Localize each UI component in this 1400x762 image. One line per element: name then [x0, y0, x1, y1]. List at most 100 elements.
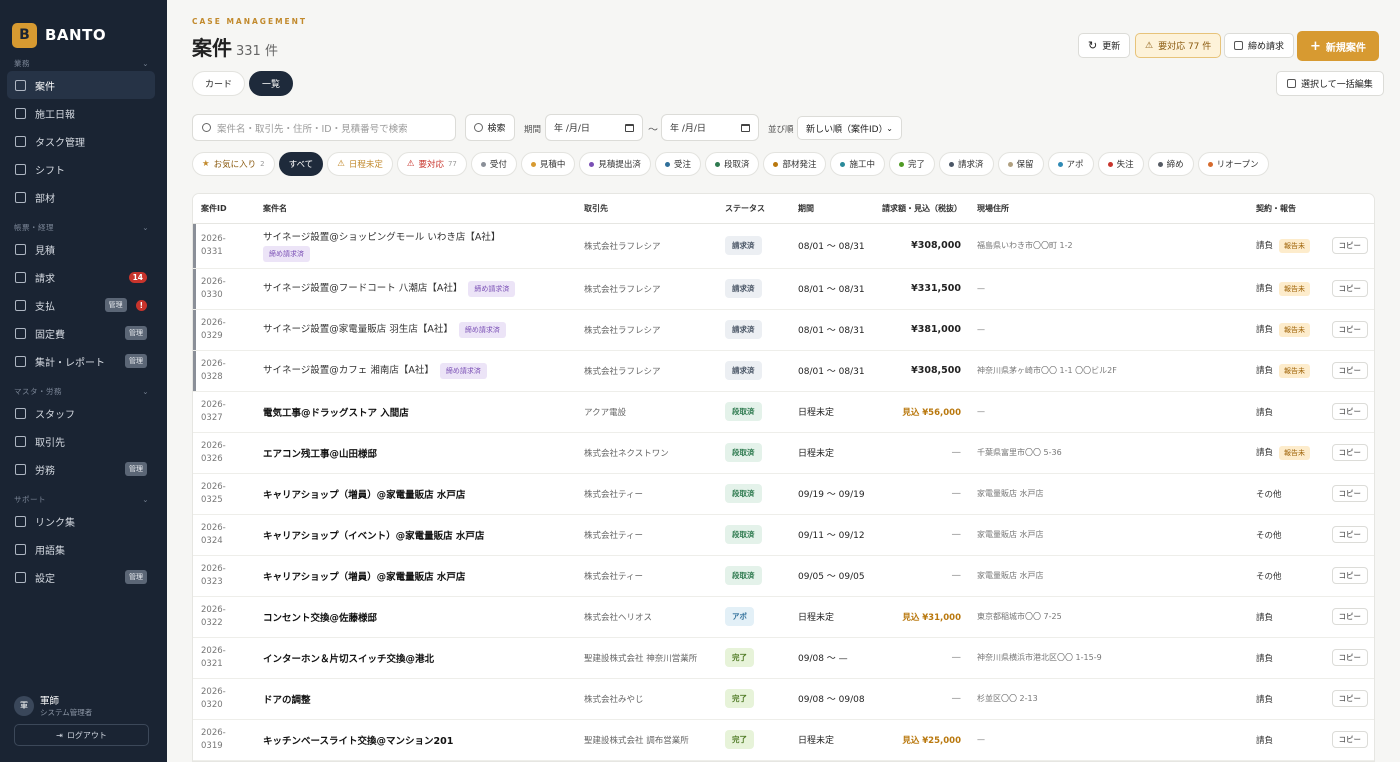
- filter-chip[interactable]: 見積提出済: [579, 152, 651, 176]
- status-badge[interactable]: 段取済: [725, 566, 762, 585]
- table-row[interactable]: 2026- 0326 エアコン残工事@山田様邸 株式会社ネクストワン 段取済 日程未定 — 千…: [193, 432, 1374, 474]
- case-name[interactable]: サイネージ設置@ショッピングモール いわき店【A社】: [263, 232, 500, 243]
- status-badge[interactable]: 段取済: [725, 443, 762, 462]
- case-id[interactable]: 2026-0321: [201, 645, 247, 671]
- new-case-button[interactable]: + 新規案件: [1297, 31, 1379, 61]
- copy-button[interactable]: コピー: [1331, 362, 1368, 379]
- brand[interactable]: B BANTO: [0, 0, 167, 55]
- nav-section-header[interactable]: 帳票・経理 ⌄: [0, 219, 167, 235]
- case-id[interactable]: 2026-0319: [201, 727, 247, 753]
- case-name[interactable]: キッチンベースライト交換@マンション201: [263, 736, 453, 747]
- copy-button[interactable]: コピー: [1331, 731, 1368, 748]
- sort-select[interactable]: 新しい順（案件ID） ⌄: [797, 116, 902, 140]
- table-row[interactable]: 2026- 0325 キャリアショップ（増員）@家電量販店 水戸店 株式会社ティー 段取…: [193, 473, 1374, 515]
- status-badge[interactable]: 完了: [725, 648, 754, 667]
- case-id[interactable]: 2026- 0322: [201, 604, 247, 630]
- filter-chip[interactable]: 請求済: [939, 152, 994, 176]
- case-name[interactable]: エアコン残工事@山田様邸: [263, 449, 377, 460]
- nav-section-header[interactable]: マスタ・労務 ⌄: [0, 383, 167, 399]
- sidebar-item[interactable]: 用語集: [7, 535, 155, 563]
- copy-button[interactable]: コピー: [1331, 526, 1368, 543]
- column-header[interactable]: 現場住所: [969, 194, 1248, 224]
- table-row[interactable]: 2026-0321 インターホン＆片切スイッチ交換@港北 聖建設株式会社 神奈川営業…: [193, 637, 1374, 679]
- closing-invoice-button[interactable]: 締め請求: [1224, 33, 1295, 58]
- search-input[interactable]: 案件名・取引先・住所・ID・見積番号で検索: [192, 114, 456, 141]
- case-name[interactable]: キャリアショップ（増員）@家電量販店 水戸店: [263, 490, 465, 501]
- column-header[interactable]: ステータス: [717, 194, 790, 224]
- case-id[interactable]: 2026- 0328: [201, 358, 247, 384]
- case-id[interactable]: 2026- 0324: [201, 522, 247, 548]
- copy-button[interactable]: コピー: [1331, 567, 1368, 584]
- filter-chip[interactable]: ⚠ 要対応 77: [396, 152, 467, 176]
- table-row[interactable]: 2026- 0320 ドアの調整 株式会社みやじ 完了 09/08 〜 09/08 — 杉並区…: [193, 678, 1374, 720]
- table-row[interactable]: 2026- 0328 サイネージ設置@カフェ 湘南店【A社】 締め請求済 株式会社ラフレ…: [193, 350, 1374, 392]
- case-name[interactable]: ドアの調整: [263, 695, 311, 706]
- column-header[interactable]: 契約・報告: [1248, 194, 1374, 224]
- table-row[interactable]: 2026-0331 サイネージ設置@ショッピングモール いわき店【A社】 締め請求済…: [193, 223, 1374, 269]
- nav-section-header[interactable]: 業務 ⌄: [0, 55, 167, 71]
- filter-chip[interactable]: 段取済: [704, 152, 760, 176]
- filter-chip[interactable]: 施工中: [830, 152, 885, 176]
- case-id[interactable]: 2026- 0327: [201, 399, 247, 425]
- status-badge[interactable]: 請求済: [725, 236, 762, 255]
- status-badge[interactable]: 請求済: [725, 320, 762, 339]
- case-name[interactable]: サイネージ設置@家電量販店 羽生店【A社】: [263, 324, 453, 335]
- bulk-edit-button[interactable]: 選択して一括編集: [1276, 71, 1384, 96]
- filter-chip[interactable]: 見積中: [520, 152, 576, 176]
- case-name[interactable]: キャリアショップ（イベント）@家電量販店 水戸店: [263, 531, 484, 542]
- status-badge[interactable]: 完了: [725, 730, 754, 749]
- case-name[interactable]: サイネージ設置@カフェ 湘南店【A社】: [263, 365, 434, 376]
- copy-button[interactable]: コピー: [1331, 608, 1368, 625]
- copy-button[interactable]: コピー: [1331, 237, 1368, 254]
- case-id[interactable]: 2026- 0325: [201, 481, 247, 507]
- status-badge[interactable]: 請求済: [725, 279, 762, 298]
- view-card-button[interactable]: カード: [192, 71, 246, 96]
- copy-button[interactable]: コピー: [1331, 649, 1368, 666]
- date-from-input[interactable]: 年 /月/日: [545, 114, 643, 141]
- case-id[interactable]: 2026- 0323: [201, 563, 247, 589]
- sidebar-item[interactable]: シフト: [7, 155, 155, 183]
- table-row[interactable]: 2026- 0327 電気工事@ドラッグストア 入間店 アクア電設 段取済 日程未定 見込 …: [193, 391, 1374, 433]
- table-row[interactable]: 2026- 0329 サイネージ設置@家電量販店 羽生店【A社】 締め請求済 株式会社ラ…: [193, 309, 1374, 351]
- logout-button[interactable]: ⇥ ログアウト: [14, 724, 149, 746]
- table-row[interactable]: 2026- 0322 コンセント交換@佐藤様邸 株式会社ヘリオス アポ 日程未定 見込 ¥3…: [193, 596, 1374, 638]
- filter-chip[interactable]: ⚠ 日程未定: [327, 152, 393, 176]
- column-header[interactable]: 案件ID: [193, 194, 255, 224]
- table-row[interactable]: 2026- 0330 サイネージ設置@フードコート 八潮店【A社】 締め請求済 株式会社…: [193, 268, 1374, 310]
- search-button[interactable]: 検索: [465, 114, 515, 141]
- sidebar-item[interactable]: 固定費 管理: [7, 319, 155, 347]
- filter-chip[interactable]: 受注: [654, 152, 701, 176]
- copy-button[interactable]: コピー: [1331, 321, 1368, 338]
- table-row[interactable]: 2026-0319 キッチンベースライト交換@マンション201 聖建設株式会社 調布…: [193, 719, 1374, 761]
- filter-chip[interactable]: 完了: [889, 152, 936, 176]
- sidebar-item[interactable]: 見積: [7, 235, 155, 263]
- column-header[interactable]: 期間: [790, 194, 874, 224]
- sidebar-item[interactable]: 集計・レポート 管理: [7, 347, 155, 375]
- sidebar-item[interactable]: 支払 管理!: [7, 291, 155, 319]
- status-badge[interactable]: 段取済: [725, 484, 762, 503]
- filter-chip[interactable]: 締め: [1147, 152, 1194, 176]
- sidebar-item[interactable]: リンク集: [7, 507, 155, 535]
- table-row[interactable]: 2026- 0324 キャリアショップ（イベント）@家電量販店 水戸店 株式会社ティー…: [193, 514, 1374, 556]
- filter-chip[interactable]: 部材発注: [763, 152, 827, 176]
- date-to-input[interactable]: 年 /月/日: [661, 114, 759, 141]
- filter-chip[interactable]: リオープン: [1197, 152, 1269, 176]
- filter-chip[interactable]: アポ: [1047, 152, 1094, 176]
- case-name[interactable]: コンセント交換@佐藤様邸: [263, 613, 377, 624]
- filter-chip[interactable]: 失注: [1097, 152, 1144, 176]
- filter-chip[interactable]: 保留: [997, 152, 1044, 176]
- copy-button[interactable]: コピー: [1331, 690, 1368, 707]
- copy-button[interactable]: コピー: [1331, 485, 1368, 502]
- sidebar-item[interactable]: タスク管理: [7, 127, 155, 155]
- filter-chip[interactable]: 受付: [470, 152, 517, 176]
- case-name[interactable]: 電気工事@ドラッグストア 入間店: [263, 408, 409, 419]
- copy-button[interactable]: コピー: [1331, 403, 1368, 420]
- copy-button[interactable]: コピー: [1331, 444, 1368, 461]
- column-header[interactable]: 請求額・見込（税抜）: [874, 194, 969, 224]
- view-list-button[interactable]: 一覧: [249, 71, 294, 96]
- refresh-button[interactable]: ↻ 更新: [1078, 33, 1131, 58]
- case-name[interactable]: キャリアショップ（増員）@家電量販店 水戸店: [263, 572, 465, 583]
- filter-chip[interactable]: すべて: [278, 152, 324, 176]
- sidebar-item[interactable]: 労務 管理: [7, 455, 155, 483]
- case-id[interactable]: 2026- 0329: [201, 317, 247, 343]
